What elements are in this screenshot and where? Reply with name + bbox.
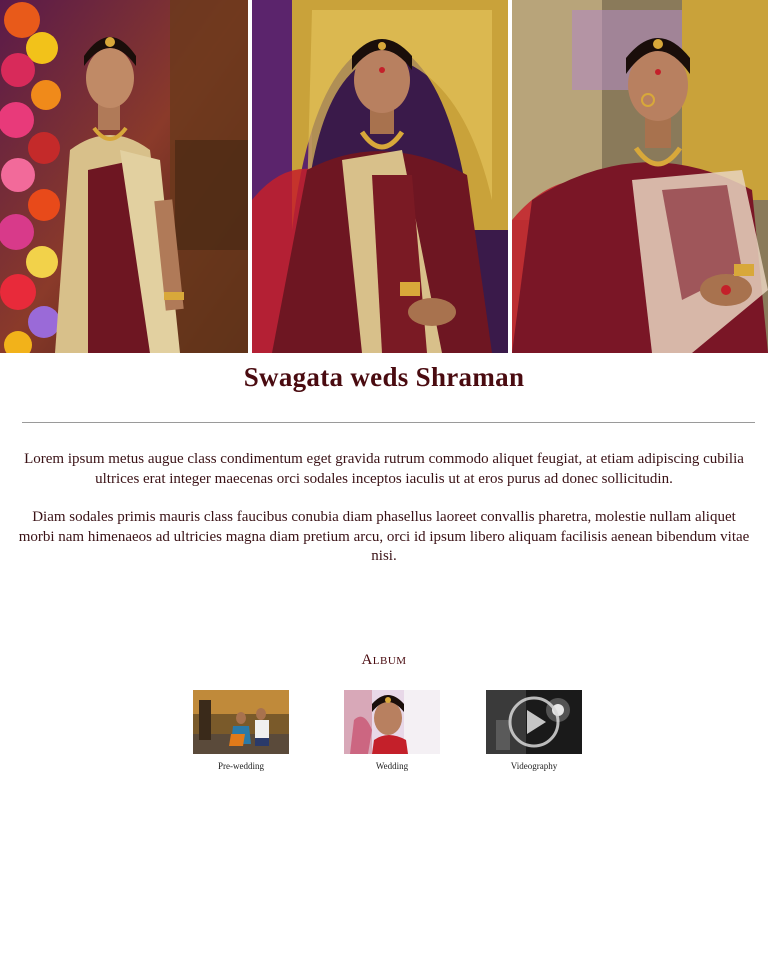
page: Swagata weds Shraman Lorem ipsum metus a… [0, 0, 768, 960]
album-item-videography[interactable]: Videography [486, 690, 582, 771]
album-item-pre-wedding[interactable]: Pre-wedding [193, 690, 289, 771]
intro-paragraph-2: Diam sodales primis mauris class faucibu… [18, 509, 750, 564]
hero-photo-bride-standing [0, 0, 248, 353]
album-heading: Album [361, 652, 407, 668]
album-caption-wedding: Wedding [375, 761, 409, 771]
pre-wedding-thumbnail[interactable] [193, 690, 289, 754]
hero-photo-strip [0, 0, 768, 353]
hero-photo-bride-seated [252, 0, 508, 353]
videography-thumbnail[interactable] [486, 690, 582, 754]
hero-photo-bride-portrait [512, 0, 768, 353]
page-title: Swagata weds Shraman [243, 362, 525, 392]
intro-paragraph-1: Lorem ipsum metus augue class condimentu… [24, 451, 744, 487]
album-caption-pre-wedding: Pre-wedding [218, 761, 264, 771]
title-divider [22, 422, 755, 423]
album-item-wedding[interactable]: Wedding [344, 690, 440, 771]
wedding-thumbnail[interactable] [344, 690, 440, 754]
album-caption-videography: Videography [510, 761, 558, 771]
